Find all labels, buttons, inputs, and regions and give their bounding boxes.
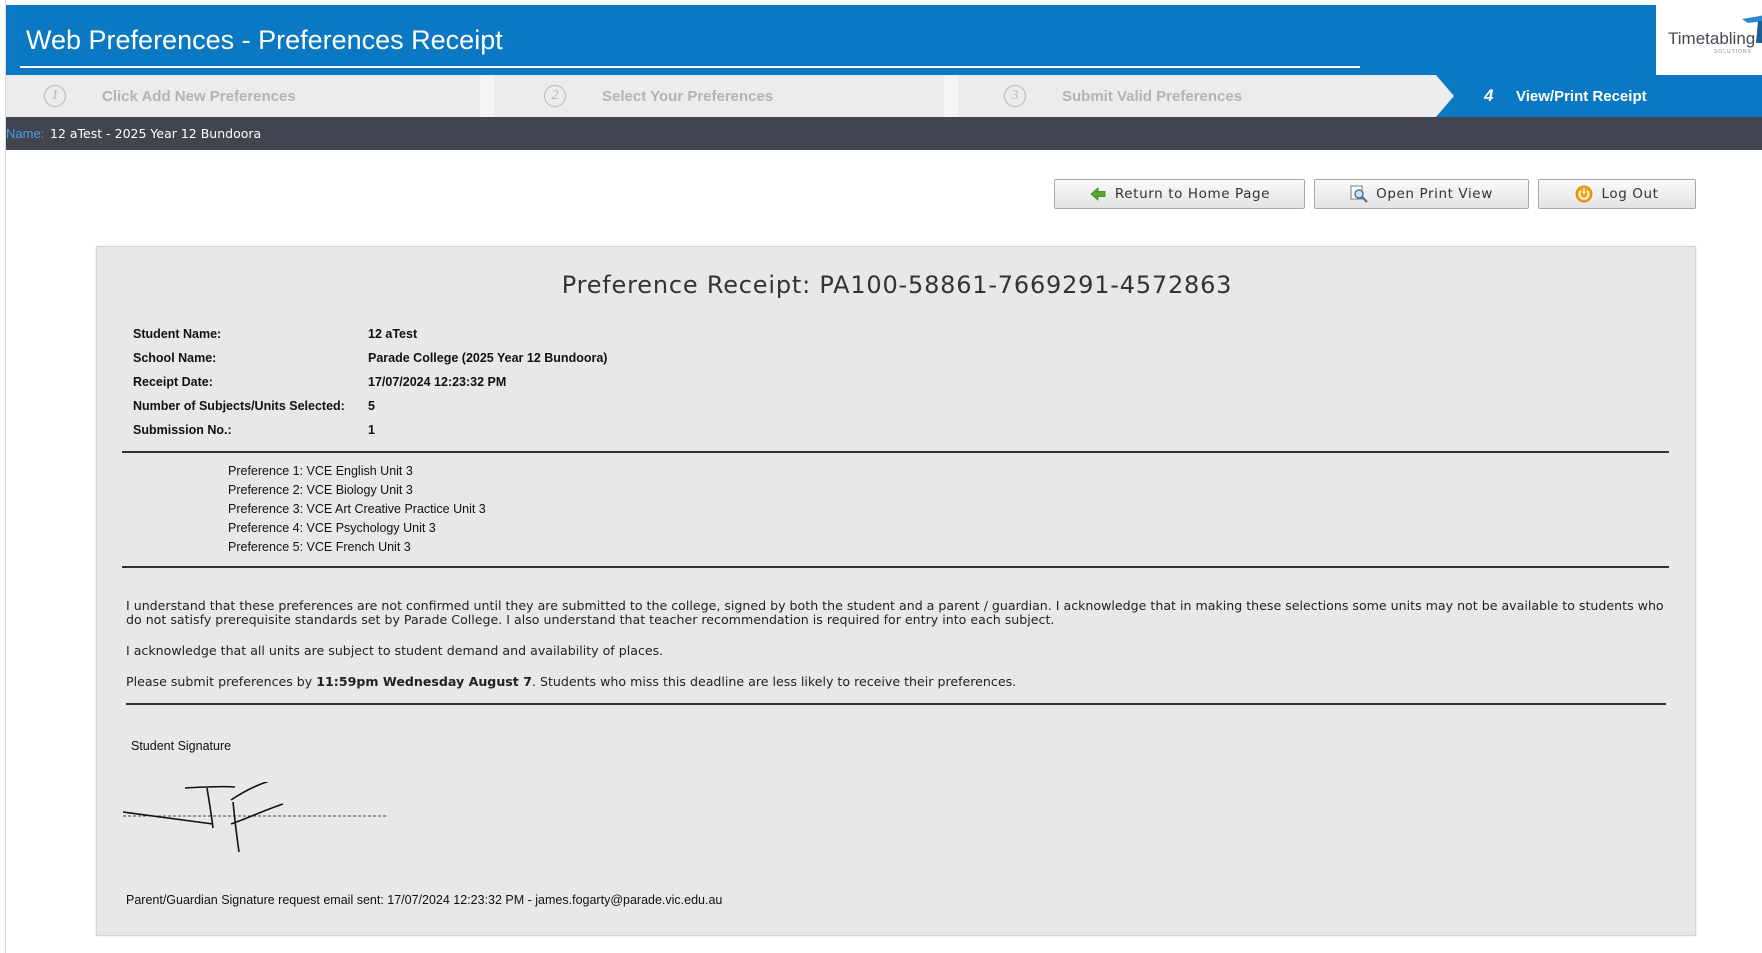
step-label: Select Your Preferences [602, 88, 774, 105]
info-value: 5 [368, 399, 375, 413]
logo-mark-icon [1742, 15, 1762, 43]
preference-item: Preference 4: VCE Psychology Unit 3 [228, 521, 436, 535]
step-4-active: 4 View/Print Receipt [1436, 75, 1762, 117]
declaration-paragraph: I understand that these preferences are … [126, 598, 1664, 627]
preference-item: Preference 3: VCE Art Creative Practice … [228, 502, 486, 516]
step-label: View/Print Receipt [1516, 88, 1647, 105]
info-value: 12 aTest [368, 327, 418, 341]
info-value: 17/07/2024 12:23:32 PM [368, 375, 507, 389]
info-label: Student Name: [133, 327, 222, 341]
step-arrow-notch [1436, 75, 1454, 117]
receipt-panel: Preference Receipt: PA100-58861-7669291-… [96, 246, 1696, 936]
signature-request-email-line: Parent/Guardian Signature request email … [126, 893, 723, 907]
deadline-date: 11:59pm Wednesday August 7 [316, 674, 532, 689]
power-icon [1576, 185, 1593, 203]
open-print-view-button[interactable]: Open Print View [1314, 179, 1529, 209]
signature-label: Student Signature [131, 739, 232, 753]
step-label: Submit Valid Preferences [1062, 88, 1243, 105]
name-value: 12 aTest - 2025 Year 12 Bundoora [50, 126, 262, 141]
receipt-title: Preference Receipt: PA100-58861-7669291-… [561, 271, 1233, 299]
info-label: Number of Subjects/Units Selected: [133, 399, 345, 413]
info-value: 1 [368, 423, 375, 437]
header-underline [20, 66, 1360, 68]
divider [122, 566, 1669, 568]
timetabling-logo[interactable]: Timetabling SOLUTIONS [1656, 5, 1762, 75]
arrow-left-icon [1090, 187, 1106, 201]
info-label: School Name: [133, 351, 217, 365]
student-name-bar: Name: 12 aTest - 2025 Year 12 Bundoora [6, 117, 1762, 150]
divider [126, 703, 1666, 705]
availability-paragraph: I acknowledge that all units are subject… [126, 643, 664, 658]
log-out-button[interactable]: Log Out [1538, 179, 1696, 209]
deadline-prefix: Please submit preferences by [126, 674, 317, 689]
wizard-steps: 1 Click Add New Preferences 2 Select You… [6, 75, 1762, 117]
return-home-button[interactable]: Return to Home Page [1054, 179, 1305, 209]
preference-item: Preference 1: VCE English Unit 3 [228, 464, 413, 478]
step-1: 1 Click Add New Preferences [6, 75, 480, 117]
preference-item: Preference 2: VCE Biology Unit 3 [228, 483, 413, 497]
step-divider [944, 75, 958, 117]
info-label: Receipt Date: [133, 375, 213, 389]
log-out-label: Log Out [1601, 186, 1659, 202]
step-label: Click Add New Preferences [102, 88, 296, 105]
app-header: Web Preferences - Preferences Receipt Ti… [6, 5, 1762, 75]
step-divider [480, 75, 494, 117]
return-home-label: Return to Home Page [1114, 186, 1271, 202]
info-value: Parade College (2025 Year 12 Bundoora) [368, 351, 608, 365]
name-label: Name: [6, 126, 45, 141]
preference-item: Preference 5: VCE French Unit 3 [228, 540, 411, 554]
step-number-circle: 2 [544, 85, 566, 107]
step-number: 4 [1484, 86, 1494, 105]
magnifier-icon [1350, 185, 1368, 203]
open-print-view-label: Open Print View [1376, 186, 1493, 202]
step-number-circle: 3 [1004, 85, 1026, 107]
step-number-circle: 1 [44, 85, 66, 107]
deadline-paragraph: Please submit preferences by 11:59pm Wed… [126, 675, 1676, 689]
deadline-suffix: . Students who miss this deadline are le… [531, 674, 1017, 689]
divider [122, 451, 1669, 453]
logo-subtext: SOLUTIONS [1714, 49, 1752, 55]
student-signature-image [123, 782, 387, 853]
page-title: Web Preferences - Preferences Receipt [26, 25, 503, 55]
step-2: 2 Select Your Preferences [494, 75, 944, 117]
step-3: 3 Submit Valid Preferences [958, 75, 1418, 117]
info-label: Submission No.: [133, 423, 232, 437]
